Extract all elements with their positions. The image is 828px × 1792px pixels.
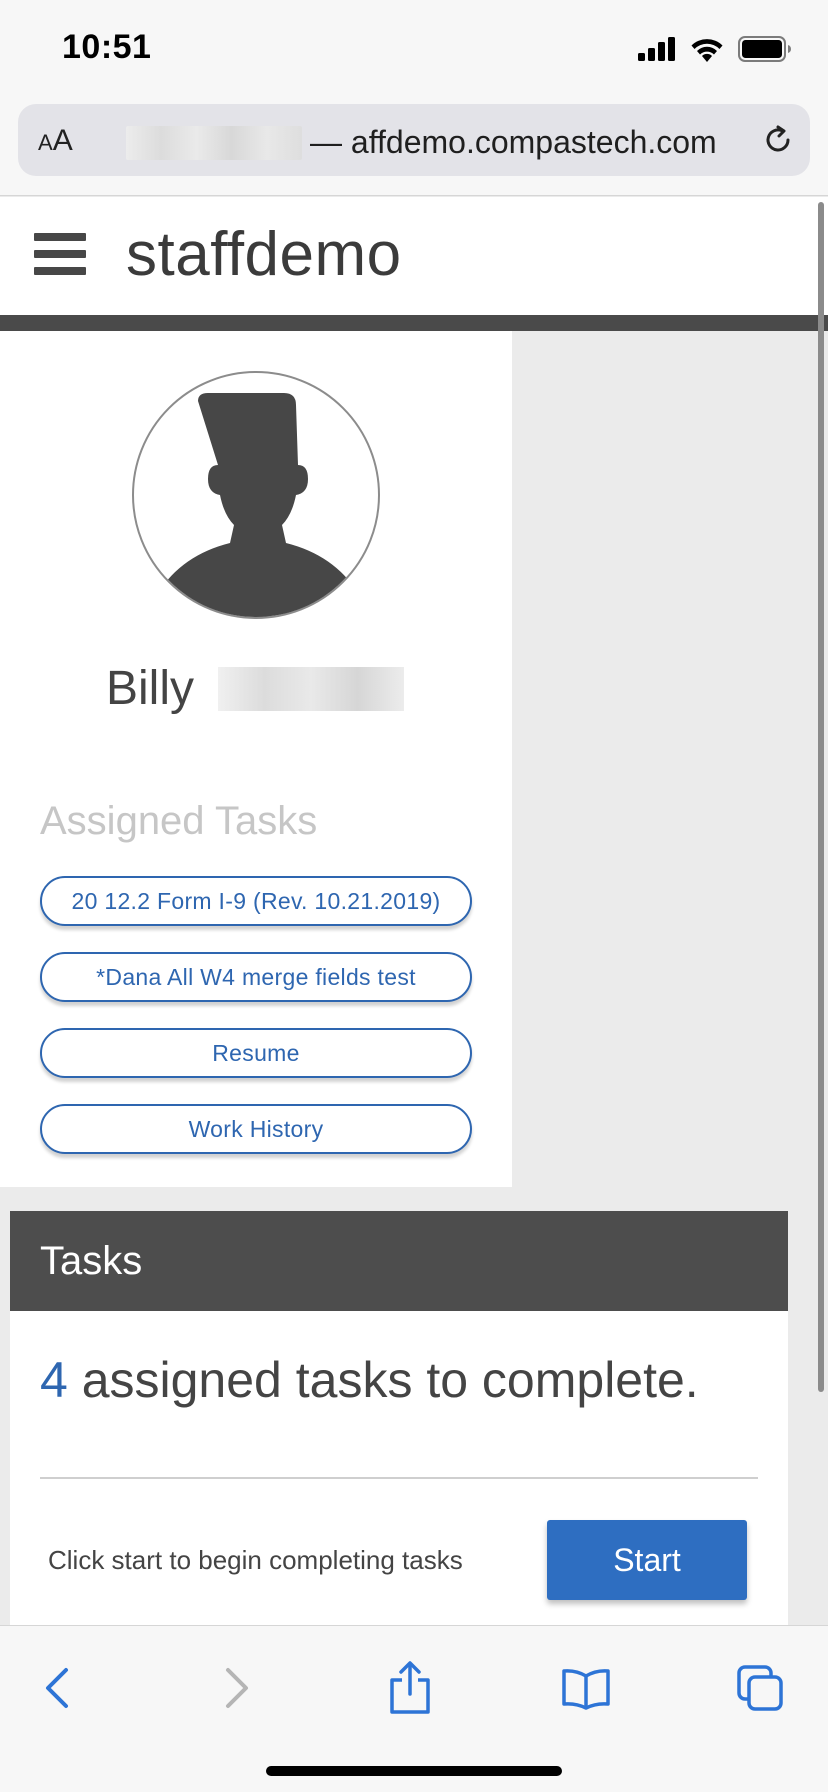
cellular-signal-icon [638, 37, 675, 61]
address-bar[interactable]: AA — affdemo.compastech.com [18, 104, 810, 176]
menu-icon[interactable] [34, 233, 86, 275]
user-silhouette-icon [158, 393, 358, 617]
url-text: — affdemo.compastech.com [310, 124, 717, 160]
profile-name: Billy [106, 662, 195, 715]
status-bar: 10:51 [0, 0, 828, 96]
assigned-tasks-heading: Assigned Tasks [40, 799, 318, 843]
start-button[interactable]: Start [547, 1520, 747, 1600]
assigned-task-button[interactable]: Work History [40, 1104, 472, 1154]
site-header: staffdemo [0, 197, 828, 315]
redacted-last-name [218, 667, 404, 711]
assigned-task-button[interactable]: 20 12.2 Form I-9 (Rev. 10.21.2019) [40, 876, 472, 926]
profile-panel: Billy Assigned Tasks 20 12.2 Form I-9 (R… [0, 331, 512, 1187]
browser-toolbar [0, 1625, 828, 1792]
avatar [132, 371, 380, 619]
back-button[interactable] [26, 1656, 90, 1720]
bookmarks-icon [562, 1669, 610, 1710]
tabs-button[interactable] [728, 1656, 792, 1720]
redacted-url-segment [126, 126, 302, 160]
share-icon [390, 1661, 430, 1714]
text-size-button[interactable]: AA [38, 124, 73, 158]
assigned-task-button[interactable]: *Dana All W4 merge fields test [40, 952, 472, 1002]
battery-icon [738, 36, 791, 62]
forward-button[interactable] [204, 1656, 268, 1720]
forward-icon [226, 1668, 248, 1708]
wifi-icon [691, 39, 723, 62]
reload-icon[interactable] [760, 122, 796, 158]
back-icon [46, 1668, 68, 1708]
tasks-count-text: assigned tasks to complete. [67, 1352, 699, 1408]
header-divider [0, 315, 828, 331]
site-brand[interactable]: staffdemo [126, 219, 402, 290]
scrollbar[interactable] [818, 202, 824, 1392]
bookmarks-button[interactable] [554, 1656, 618, 1720]
browser-top-bar: AA — affdemo.compastech.com [0, 96, 828, 196]
share-button[interactable] [378, 1656, 442, 1720]
tasks-card-title: Tasks [10, 1211, 788, 1311]
assigned-task-button[interactable]: Resume [40, 1028, 472, 1078]
divider [40, 1477, 758, 1479]
tasks-count-line: 4 assigned tasks to complete. [40, 1351, 699, 1409]
status-time: 10:51 [62, 28, 152, 66]
tasks-card: Tasks 4 assigned tasks to complete. Clic… [10, 1211, 788, 1631]
status-icons [638, 36, 792, 62]
tasks-count-number: 4 [40, 1352, 68, 1408]
home-indicator[interactable] [266, 1766, 562, 1776]
tabs-icon [737, 1665, 783, 1711]
tasks-hint: Click start to begin completing tasks [48, 1545, 463, 1575]
